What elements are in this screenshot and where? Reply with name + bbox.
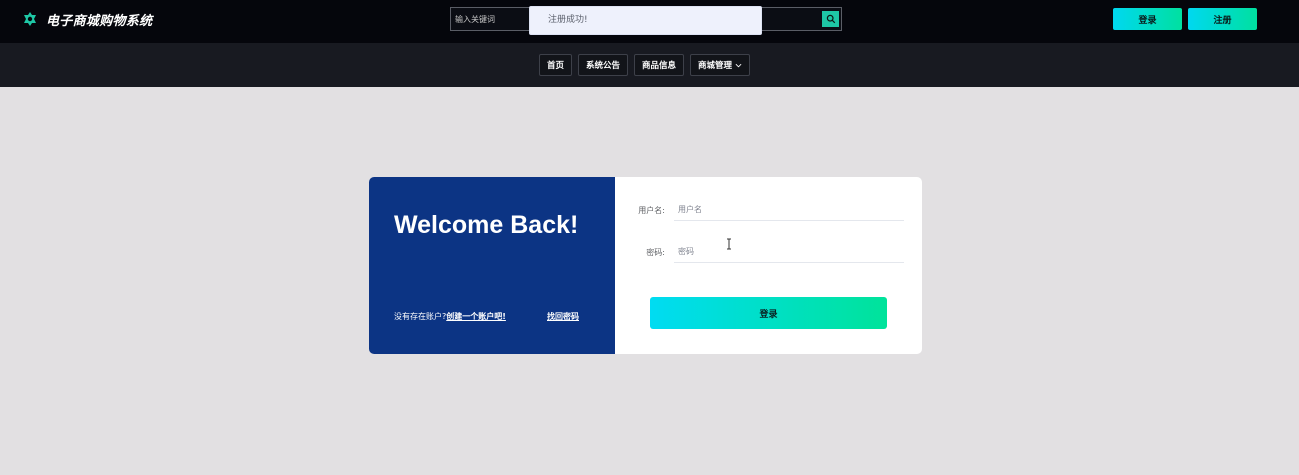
login-card: Welcome Back! 没有存在账户?创建一个账户吧! 找回密码 用户名: …: [369, 177, 922, 354]
username-input[interactable]: [674, 199, 904, 221]
password-label: 密码:: [646, 248, 665, 257]
create-account-link[interactable]: 创建一个账户吧!: [446, 312, 506, 321]
nav-item-mall-management[interactable]: 商城管理: [690, 54, 751, 76]
password-input[interactable]: [674, 241, 904, 263]
header-login-button[interactable]: 登录: [1113, 8, 1182, 30]
nav-item-label: 商品信息: [642, 61, 677, 71]
nav-item-label: 首页: [547, 61, 565, 71]
nav-item-label: 商城管理: [698, 61, 733, 71]
welcome-heading: Welcome Back!: [394, 211, 579, 239]
text-cursor-icon: [727, 238, 731, 250]
nav-item-label: 系统公告: [586, 61, 621, 71]
brand[interactable]: 电子商城购物系统: [22, 10, 153, 29]
welcome-panel: Welcome Back! 没有存在账户?创建一个账户吧! 找回密码: [369, 177, 615, 354]
forgot-password-link[interactable]: 找回密码: [547, 311, 579, 322]
no-account-prompt: 没有存在账户?创建一个账户吧!: [394, 311, 506, 323]
username-label: 用户名:: [638, 206, 665, 215]
nav-item-announcements[interactable]: 系统公告: [578, 54, 629, 76]
nav-item-products[interactable]: 商品信息: [634, 54, 685, 76]
nav-item-home[interactable]: 首页: [539, 54, 573, 76]
nav-bar: 首页 系统公告 商品信息 商城管理: [0, 43, 1299, 87]
brand-title: 电子商城购物系统: [46, 13, 153, 29]
login-submit-button[interactable]: 登录: [650, 297, 887, 329]
chevron-down-icon: [735, 63, 742, 67]
success-toast: 注册成功!: [529, 6, 762, 35]
brand-logo-icon: [22, 11, 38, 27]
search-icon: [826, 14, 835, 24]
header-register-button[interactable]: 注册: [1188, 8, 1257, 30]
nav-menu: 首页 系统公告 商品信息 商城管理: [539, 54, 751, 76]
no-account-text: 没有存在账户?: [394, 312, 447, 321]
search-button[interactable]: [822, 11, 839, 27]
